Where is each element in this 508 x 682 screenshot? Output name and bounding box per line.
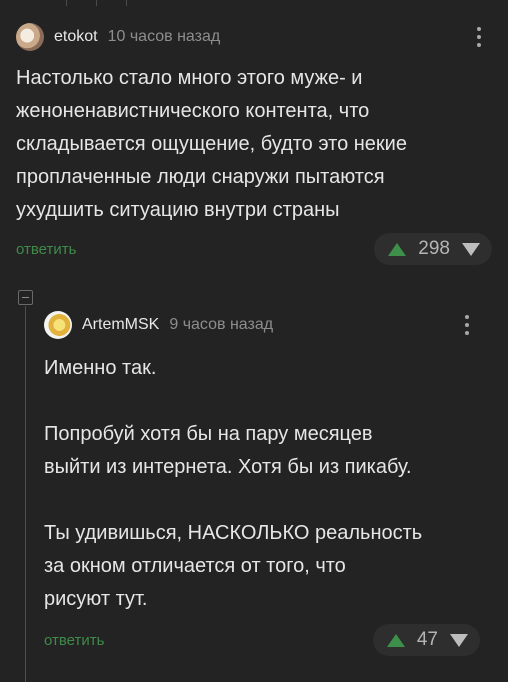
comment-etokot: etokot 10 часов назад Настолько стало мн… [16,18,492,273]
downvote-arrow-icon[interactable] [462,242,480,256]
comment-text: Настолько стало много этого муже- и жено… [16,67,407,221]
collapse-thread-icon[interactable] [18,290,33,305]
previous-thread-lines [0,0,508,6]
more-vertical-icon[interactable] [456,312,478,338]
timestamp[interactable]: 9 часов назад [169,316,273,334]
rating-score: 298 [418,238,450,259]
username[interactable]: ArtemMSK [82,316,159,334]
reply-link[interactable]: ответить [44,632,104,649]
upvote-arrow-icon[interactable] [388,242,407,256]
comment-footer: ответить 47 [44,624,480,664]
downvote-arrow-icon[interactable] [450,633,468,647]
avatar[interactable] [44,311,72,339]
rating-score: 47 [416,629,438,650]
comment-text: Именно так. Попробуй хотя бы на пару мес… [44,357,423,610]
more-vertical-icon[interactable] [468,24,490,50]
reply-link[interactable]: ответить [16,241,76,258]
rating-control: 298 [374,233,492,265]
comment-artemmsk: ArtemMSK 9 часов назад Именно так. Попро… [44,306,480,664]
timestamp[interactable]: 10 часов назад [108,28,221,46]
comment-header: ArtemMSK 9 часов назад [44,306,480,344]
avatar[interactable] [16,23,44,51]
comment-footer: ответить 298 [16,233,492,273]
thread-line[interactable] [25,306,26,682]
upvote-arrow-icon[interactable] [386,633,405,647]
username[interactable]: etokot [54,28,98,46]
rating-control: 47 [372,624,480,656]
comment-header: etokot 10 часов назад [16,18,492,56]
